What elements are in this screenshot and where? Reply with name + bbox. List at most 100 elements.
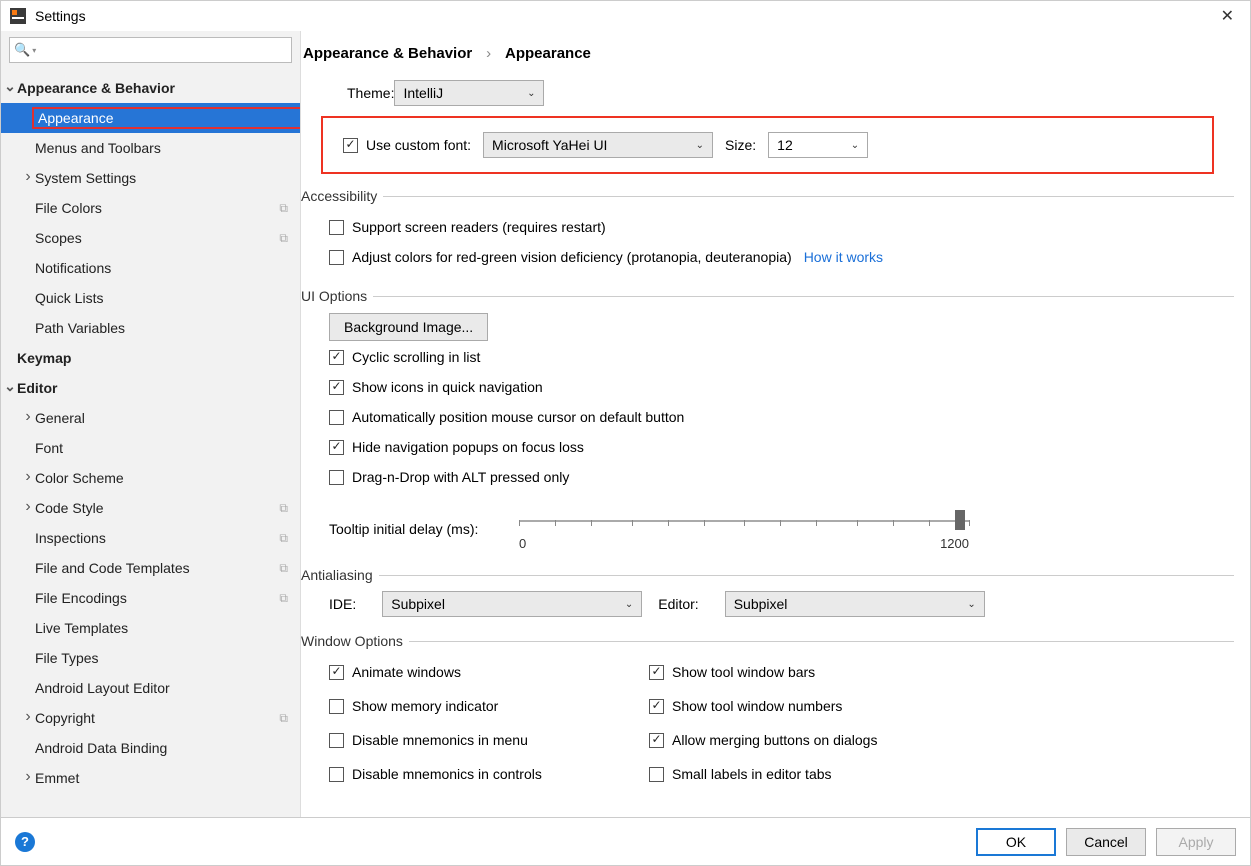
- section-ui-options: UI Options: [301, 288, 367, 304]
- chevron-right-icon: [21, 169, 35, 187]
- theme-label: Theme:: [347, 85, 394, 101]
- tree-item-file-encodings[interactable]: File Encodings⧉: [1, 583, 300, 613]
- aa-editor-select[interactable]: Subpixel ⌄: [725, 591, 985, 617]
- breadcrumb-separator: ›: [476, 45, 501, 62]
- chevron-down-icon: ▾: [32, 46, 36, 55]
- chevron-right-icon: [21, 409, 35, 427]
- show-tool-numbers-checkbox[interactable]: Show tool window numbers: [649, 698, 842, 714]
- tree-item-file-colors[interactable]: File Colors⧉: [1, 193, 300, 223]
- use-custom-font-checkbox[interactable]: Use custom font:: [343, 137, 471, 153]
- font-size-label: Size:: [725, 137, 756, 153]
- window-title: Settings: [35, 8, 86, 24]
- tree-item-label: Color Scheme: [35, 470, 300, 486]
- tree-item-editor[interactable]: Editor: [1, 373, 300, 403]
- screen-readers-checkbox[interactable]: Support screen readers (requires restart…: [329, 219, 606, 235]
- tree-item-label: File Colors: [35, 200, 279, 216]
- font-size-select[interactable]: 12 ⌄: [768, 132, 868, 158]
- chevron-down-icon: [3, 380, 17, 397]
- theme-select[interactable]: IntelliJ ⌄: [394, 80, 544, 106]
- tree-item-appearance-behavior[interactable]: Appearance & Behavior: [1, 73, 300, 103]
- mnemonics-menu-checkbox[interactable]: Disable mnemonics in menu: [329, 732, 528, 748]
- tree-item-scopes[interactable]: Scopes⧉: [1, 223, 300, 253]
- font-select[interactable]: Microsoft YaHei UI ⌄: [483, 132, 713, 158]
- tree-item-label: Keymap: [17, 350, 300, 366]
- tree-item-label: Scopes: [35, 230, 279, 246]
- tree-item-keymap[interactable]: Keymap: [1, 343, 300, 373]
- tree-item-color-scheme[interactable]: Color Scheme: [1, 463, 300, 493]
- cyclic-scrolling-checkbox[interactable]: Cyclic scrolling in list: [329, 349, 480, 365]
- tree-item-system-settings[interactable]: System Settings: [1, 163, 300, 193]
- tree-item-label: Emmet: [35, 770, 300, 786]
- tree-item-live-templates[interactable]: Live Templates: [1, 613, 300, 643]
- project-scope-icon: ⧉: [279, 501, 288, 516]
- project-scope-icon: ⧉: [279, 201, 288, 216]
- project-scope-icon: ⧉: [279, 561, 288, 576]
- drag-drop-checkbox[interactable]: Drag-n-Drop with ALT pressed only: [329, 469, 569, 485]
- tree-item-label: Quick Lists: [35, 290, 300, 306]
- title-bar: Settings ✕: [1, 1, 1250, 31]
- ok-button[interactable]: OK: [976, 828, 1056, 856]
- tree-item-menus-and-toolbars[interactable]: Menus and Toolbars: [1, 133, 300, 163]
- color-adjust-checkbox[interactable]: Adjust colors for red-green vision defic…: [329, 249, 792, 265]
- tree-item-font[interactable]: Font: [1, 433, 300, 463]
- animate-windows-checkbox[interactable]: Animate windows: [329, 664, 461, 680]
- tree-item-label: Menus and Toolbars: [35, 140, 300, 156]
- chevron-down-icon: [3, 80, 17, 97]
- main-panel: Appearance & Behavior › Appearance Theme…: [301, 31, 1250, 817]
- merge-buttons-checkbox[interactable]: Allow merging buttons on dialogs: [649, 732, 877, 748]
- mnemonics-controls-checkbox[interactable]: Disable mnemonics in controls: [329, 766, 542, 782]
- slider-thumb[interactable]: [955, 510, 965, 530]
- close-icon[interactable]: ✕: [1213, 2, 1242, 30]
- tree-item-appearance[interactable]: Appearance: [1, 103, 300, 133]
- tree-item-emmet[interactable]: Emmet: [1, 763, 300, 793]
- auto-mouse-checkbox[interactable]: Automatically position mouse cursor on d…: [329, 409, 684, 425]
- settings-window: Settings ✕ 🔍 ▾ Appearance & BehaviorAppe…: [0, 0, 1251, 866]
- chevron-right-icon: [21, 469, 35, 487]
- search-input[interactable]: 🔍 ▾: [9, 37, 292, 63]
- slider-max: 1200: [940, 536, 969, 551]
- tree-item-inspections[interactable]: Inspections⧉: [1, 523, 300, 553]
- section-antialiasing: Antialiasing: [301, 567, 373, 583]
- project-scope-icon: ⧉: [279, 591, 288, 606]
- chevron-right-icon: [21, 499, 35, 517]
- tree-item-label: Code Style: [35, 500, 279, 516]
- chevron-down-icon: ⌄: [625, 599, 633, 610]
- chevron-right-icon: [21, 769, 35, 787]
- tree-item-copyright[interactable]: Copyright⧉: [1, 703, 300, 733]
- tree-item-file-and-code-templates[interactable]: File and Code Templates⧉: [1, 553, 300, 583]
- sidebar: 🔍 ▾ Appearance & BehaviorAppearance Menus…: [1, 31, 301, 817]
- section-window-options: Window Options: [301, 633, 403, 649]
- how-it-works-link[interactable]: How it works: [804, 249, 883, 265]
- tooltip-delay-slider[interactable]: [519, 506, 969, 536]
- help-icon[interactable]: ?: [15, 832, 35, 852]
- tree-item-label: General: [35, 410, 300, 426]
- tree-item-path-variables[interactable]: Path Variables: [1, 313, 300, 343]
- tree-item-label: File Encodings: [35, 590, 279, 606]
- tree-item-android-layout-editor[interactable]: Android Layout Editor: [1, 673, 300, 703]
- project-scope-icon: ⧉: [279, 711, 288, 726]
- show-tool-bars-checkbox[interactable]: Show tool window bars: [649, 664, 815, 680]
- tree-item-label: File Types: [35, 650, 300, 666]
- small-labels-checkbox[interactable]: Small labels in editor tabs: [649, 766, 832, 782]
- apply-button[interactable]: Apply: [1156, 828, 1236, 856]
- dialog-footer: ? OK Cancel Apply: [1, 817, 1250, 865]
- show-icons-checkbox[interactable]: Show icons in quick navigation: [329, 379, 543, 395]
- tree-item-label: Live Templates: [35, 620, 300, 636]
- tree-item-notifications[interactable]: Notifications: [1, 253, 300, 283]
- tree-item-code-style[interactable]: Code Style⧉: [1, 493, 300, 523]
- cancel-button[interactable]: Cancel: [1066, 828, 1146, 856]
- tree-item-android-data-binding[interactable]: Android Data Binding: [1, 733, 300, 763]
- project-scope-icon: ⧉: [279, 231, 288, 246]
- app-icon: [9, 7, 27, 25]
- tree-item-general[interactable]: General: [1, 403, 300, 433]
- slider-min: 0: [519, 536, 526, 551]
- memory-indicator-checkbox[interactable]: Show memory indicator: [329, 698, 498, 714]
- aa-ide-select[interactable]: Subpixel ⌄: [382, 591, 642, 617]
- tree-item-quick-lists[interactable]: Quick Lists: [1, 283, 300, 313]
- chevron-right-icon: [21, 709, 35, 727]
- hide-nav-checkbox[interactable]: Hide navigation popups on focus loss: [329, 439, 584, 455]
- tree-item-label: Notifications: [35, 260, 300, 276]
- tree-item-file-types[interactable]: File Types: [1, 643, 300, 673]
- search-icon: 🔍: [14, 42, 30, 58]
- background-image-button[interactable]: Background Image...: [329, 313, 488, 341]
